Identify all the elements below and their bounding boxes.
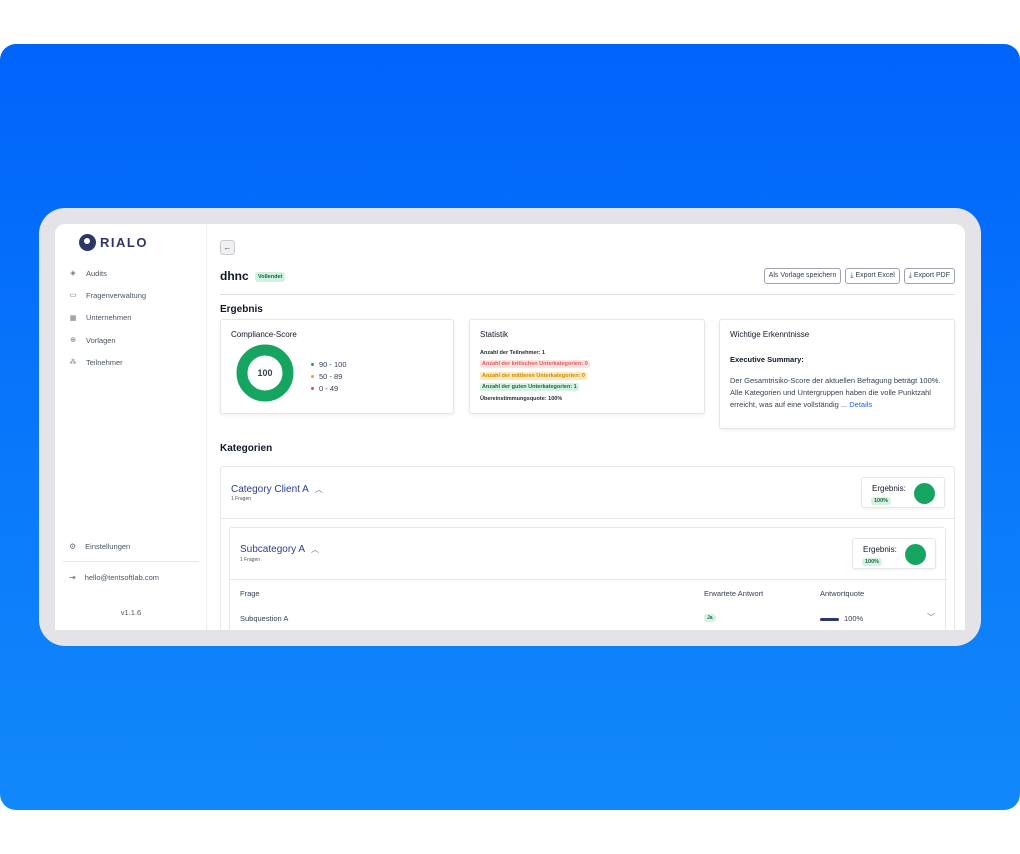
category-result: Ergebnis: 100% — [861, 477, 945, 508]
subcategory-count: 1 Fragen — [240, 557, 261, 563]
user-email: hello@tentsoftlab.com — [84, 573, 160, 582]
category-header[interactable]: Category Client A ︿ — [231, 484, 323, 495]
status-badge: Vollendet — [255, 272, 286, 282]
sidebar-nav: ◈ Audits ▭ Fragenverwaltung ▦ Unternehme… — [69, 262, 199, 373]
compliance-legend: 90 - 100 50 - 89 0 - 49 — [311, 358, 347, 394]
legend-dot — [311, 386, 314, 390]
sidebar: RIALO ◈ Audits ▭ Fragenverwaltung ▦ Unte… — [55, 224, 207, 630]
legend-dot — [311, 374, 314, 378]
result-label: Ergebnis: — [863, 545, 897, 554]
logout-icon: ⇥ — [69, 573, 76, 582]
sidebar-divider — [63, 561, 199, 562]
layers-icon: ◈ — [70, 270, 76, 278]
insights-card: Wichtige Erkenntnisse Executive Summary:… — [719, 319, 955, 429]
category-count: 1 Fragen — [231, 496, 252, 502]
legend-item: 50 - 89 — [311, 370, 347, 382]
export-pdf-label: Export PDF — [913, 272, 950, 279]
subcategory-result: Ergebnis: 100% — [852, 538, 936, 569]
legend-label: 50 - 89 — [319, 371, 343, 381]
stat-participants: Anzahl der Teilnehmer: 1 — [480, 349, 545, 356]
legend-label: 0 - 49 — [319, 383, 339, 393]
main-content: ← dhnc Vollendet Als Vorlage speichern ⤓… — [220, 224, 955, 630]
subcategory-name: Subcategory A — [240, 544, 306, 555]
stat-rate: Übereinstimmungsquote: 100% — [480, 395, 563, 402]
chevron-down-icon[interactable]: ﹀ — [927, 612, 935, 623]
users-icon: ⁂ — [69, 359, 77, 367]
export-excel-label: Export Excel — [855, 272, 895, 279]
compliance-title: Compliance-Score — [231, 330, 297, 339]
sidebar-item-vorlagen[interactable]: ⊕ Vorlagen — [69, 329, 199, 351]
column-header-question: Frage — [240, 589, 260, 598]
chevron-up-icon[interactable]: ︿ — [311, 545, 319, 554]
result-badge: 100% — [871, 497, 892, 505]
stat-good: Anzahl der guten Unterkategorien: 1 — [480, 383, 579, 392]
back-button[interactable]: ← — [220, 240, 235, 255]
compliance-donut: 100 — [236, 344, 294, 402]
statistics-title: Statistik — [480, 330, 509, 339]
sidebar-item-label: Vorlagen — [86, 335, 116, 345]
compliance-score: 100 — [257, 368, 272, 378]
summary-text: Der Gesamtrisiko-Score der aktuellen Bef… — [730, 376, 941, 409]
rate-value: 100% — [844, 614, 864, 623]
statistics-card: Statistik Anzahl der Teilnehmer: 1 Anzah… — [469, 319, 705, 414]
logo[interactable]: RIALO — [79, 232, 148, 252]
sidebar-item-label: Audits — [86, 268, 107, 278]
insights-title: Wichtige Erkenntnisse — [730, 330, 810, 339]
sidebar-item-label: Teilnehmer — [86, 357, 123, 367]
app-version: v1.1.6 — [120, 608, 142, 617]
subcategory-panel: Subcategory A ︿ 1 Fragen Ergebnis: 100% F… — [229, 527, 947, 630]
category-divider — [221, 518, 954, 519]
sidebar-item-settings[interactable]: ⚙ Einstellungen — [69, 542, 130, 551]
sidebar-item-unternehmen[interactable]: ▦ Unternehmen — [69, 307, 199, 329]
sidebar-item-label: Fragenverwaltung — [86, 290, 147, 300]
building-icon: ▦ — [69, 314, 77, 322]
sidebar-item-teilnehmer[interactable]: ⁂ Teilnehmer — [69, 351, 199, 373]
sidebar-item-label: Unternehmen — [86, 313, 132, 323]
brand-name: RIALO — [100, 234, 148, 250]
summary-heading: Executive Summary: — [730, 355, 804, 364]
result-label: Ergebnis: — [872, 484, 906, 493]
header-actions: Als Vorlage speichern ⤓ Export Excel ⤓ E… — [763, 268, 955, 284]
logo-icon — [79, 233, 96, 251]
category-panel: Category Client A ︿ 1 Fragen Ergebnis: 10… — [220, 466, 955, 630]
rate-progress-bar — [820, 618, 839, 621]
question-cell: Subquestion A — [240, 614, 289, 623]
stat-medium: Anzahl der mittleren Unterkategorien: 0 — [480, 371, 587, 380]
result-status-dot — [905, 544, 926, 565]
export-pdf-button[interactable]: ⤓ Export PDF — [903, 268, 955, 284]
export-excel-button[interactable]: ⤓ Export Excel — [845, 268, 900, 284]
gear-icon: ⚙ — [69, 542, 77, 551]
globe-icon: ⊕ — [70, 337, 76, 345]
legend-dot — [311, 362, 314, 366]
page-title: dhnc — [220, 269, 249, 283]
legend-item: 0 - 49 — [311, 382, 347, 394]
result-section-title: Ergebnis — [220, 304, 263, 315]
category-name: Category Client A — [231, 484, 309, 495]
categories-section-title: Kategorien — [220, 443, 273, 454]
stat-critical: Anzahl der kritischen Unterkategorien: 0 — [480, 360, 590, 369]
expected-answer-badge: Ja — [704, 614, 716, 622]
app-window: RIALO ◈ Audits ▭ Fragenverwaltung ▦ Unte… — [55, 224, 965, 630]
compliance-card: Compliance-Score 100 90 - 100 50 - 89 0 … — [220, 319, 454, 414]
details-link[interactable]: Details — [849, 400, 872, 409]
statistics-list: Anzahl der Teilnehmer: 1 Anzahl der krit… — [480, 347, 590, 405]
result-status-dot — [914, 483, 935, 504]
message-square-icon: ▭ — [69, 292, 77, 300]
legend-label: 90 - 100 — [319, 359, 347, 369]
sidebar-item-fragenverwaltung[interactable]: ▭ Fragenverwaltung — [69, 284, 199, 306]
sidebar-item-audits[interactable]: ◈ Audits — [69, 262, 199, 284]
column-header-rate: Antwortquote — [820, 589, 865, 598]
settings-label: Einstellungen — [85, 542, 131, 551]
chevron-up-icon[interactable]: ︿ — [315, 485, 323, 494]
result-badge: 100% — [862, 558, 883, 566]
table-divider — [230, 579, 947, 580]
rate-progress-fill — [820, 618, 839, 621]
column-header-expected: Erwartete Antwort — [704, 589, 764, 598]
legend-item: 90 - 100 — [311, 358, 347, 370]
header-divider — [220, 294, 955, 295]
insights-body: Executive Summary: Der Gesamtrisiko-Scor… — [730, 354, 945, 411]
subcategory-header[interactable]: Subcategory A ︿ — [240, 544, 319, 555]
save-template-button[interactable]: Als Vorlage speichern — [763, 268, 842, 284]
user-account[interactable]: ⇥ hello@tentsoftlab.com — [69, 573, 159, 582]
